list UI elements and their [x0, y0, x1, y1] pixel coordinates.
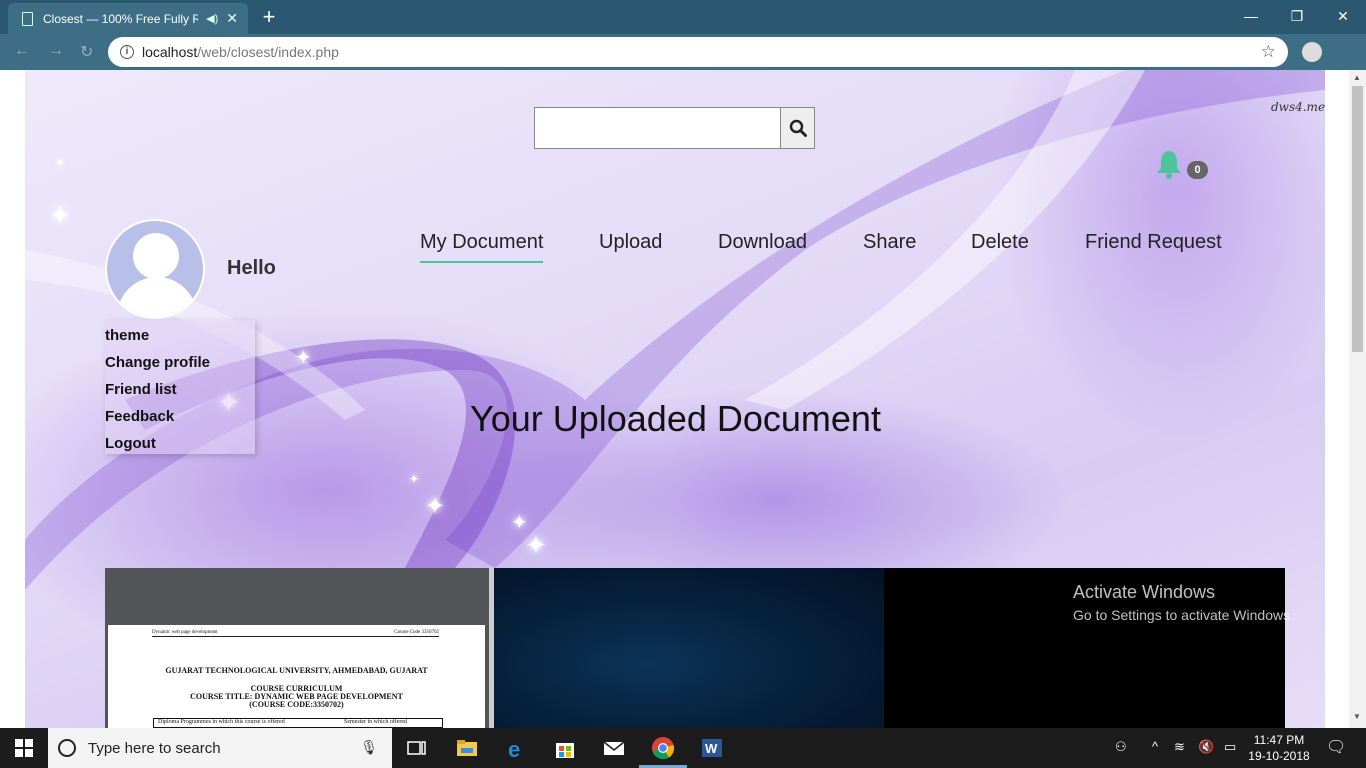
volume-icon[interactable]: 🔇	[1198, 739, 1214, 755]
menu-item-feedback[interactable]: Feedback	[105, 405, 255, 432]
pdf-line: GUJARAT TECHNOLOGICAL UNIVERSITY, AHMEDA…	[165, 666, 428, 675]
cortana-icon	[58, 739, 76, 757]
new-tab-button[interactable]: +	[256, 5, 282, 29]
svg-text:e: e	[508, 737, 520, 760]
browser-viewport: ✦ ✦ ✦ ✦ ✦ ✦ ✦ ✦ dws4.me 0 Hello	[0, 70, 1366, 728]
pdf-table-cell: Semester in which offered	[344, 719, 408, 725]
bookmark-star-icon[interactable]: ☆	[1261, 42, 1276, 62]
close-window-icon[interactable]: ✕	[1320, 0, 1366, 32]
speaker-icon[interactable]: ◀)	[206, 12, 218, 25]
people-icon[interactable]: ⚇	[1115, 739, 1127, 755]
document-thumbnail-pdf[interactable]: Dynamic web page development Course Code…	[105, 568, 489, 728]
page-icon	[22, 11, 33, 26]
pdf-line: (COURSE CODE:3350702)	[249, 700, 344, 709]
page-title: Your Uploaded Document	[470, 398, 881, 439]
reload-icon[interactable]: ↻	[80, 42, 93, 62]
nav-delete[interactable]: Delete	[971, 231, 1029, 254]
taskbar-search-placeholder: Type here to search	[88, 739, 221, 757]
menu-item-change-profile[interactable]: Change profile	[105, 351, 255, 378]
browser-tab[interactable]: Closest — 100% Free Fully Re ◀) ✕	[8, 3, 248, 34]
sparkle: ✦	[525, 530, 547, 560]
sparkle: ✦	[295, 347, 312, 369]
start-button[interactable]	[0, 728, 48, 768]
nav-upload[interactable]: Upload	[599, 231, 662, 254]
task-view-icon[interactable]	[405, 736, 429, 760]
pdf-table-cell: Diploma Programmes in which this course …	[158, 719, 285, 725]
nav-friend-request[interactable]: Friend Request	[1085, 231, 1222, 254]
language-icon[interactable]: ▭	[1224, 739, 1236, 755]
activate-title: Activate Windows	[1073, 582, 1216, 602]
search-bar	[534, 107, 815, 149]
pdf-table: Diploma Programmes in which this course …	[153, 718, 443, 728]
restore-icon[interactable]: ❐	[1274, 0, 1320, 32]
activate-subtitle: Go to Settings to activate Windows.	[1073, 607, 1294, 623]
notification-center-icon[interactable]: 🗨	[1326, 737, 1346, 757]
sparkle: ✦	[425, 493, 446, 520]
avatar-head	[133, 233, 179, 279]
taskbar: Type here to search 🎙 e W ⚇ ^ ≋ 🔇 ▭ 11:4…	[0, 728, 1366, 768]
edge-icon[interactable]: e	[505, 736, 529, 760]
address-bar[interactable]: i localhost/web/closest/index.php ☆	[108, 37, 1288, 67]
document-thumbnail-image[interactable]	[494, 568, 884, 728]
activate-windows-watermark: Activate Windows Go to Settings to activ…	[1073, 582, 1294, 623]
taskbar-search[interactable]: Type here to search 🎙	[48, 728, 392, 768]
wifi-icon[interactable]: ≋	[1174, 739, 1185, 755]
forward-icon[interactable]: →	[48, 42, 64, 60]
store-icon[interactable]	[553, 736, 577, 760]
scroll-up-icon[interactable]: ▲	[1353, 73, 1361, 82]
profile-icon[interactable]	[1302, 42, 1322, 62]
close-tab-icon[interactable]: ✕	[226, 10, 238, 27]
notification-count-badge: 0	[1187, 161, 1208, 179]
windows-logo-icon	[15, 739, 33, 757]
info-icon[interactable]: i	[120, 45, 134, 59]
nav-my-document[interactable]: My Document	[420, 231, 544, 263]
greeting: Hello	[227, 257, 276, 279]
sparkle: ✦	[49, 200, 71, 230]
show-hidden-icons[interactable]: ^	[1152, 739, 1158, 754]
system-clock[interactable]: 11:47 PM 19-10-2018	[1248, 732, 1310, 764]
microphone-icon[interactable]: 🎙	[360, 739, 378, 756]
clock-date: 19-10-2018	[1248, 749, 1310, 763]
file-explorer-icon[interactable]	[455, 736, 479, 760]
back-icon[interactable]: ←	[14, 42, 30, 60]
search-button[interactable]	[781, 107, 815, 149]
scroll-thumb[interactable]	[1352, 86, 1363, 352]
menu-item-theme[interactable]: theme	[105, 324, 255, 351]
svg-text:W: W	[705, 741, 718, 756]
menu-item-friend-list[interactable]: Friend list	[105, 378, 255, 405]
pdf-header-left: Dynamic web page development	[152, 630, 218, 635]
avatar[interactable]	[105, 219, 205, 319]
url-host: localhost	[142, 44, 198, 60]
bell-icon[interactable]	[1154, 149, 1184, 179]
url-path: /web/closest/index.php	[197, 44, 339, 60]
avatar-body	[117, 277, 197, 317]
watermark: dws4.me	[1271, 100, 1325, 114]
scroll-down-icon[interactable]: ▼	[1353, 712, 1361, 721]
chrome-icon[interactable]	[651, 736, 675, 760]
nav-download[interactable]: Download	[718, 231, 807, 254]
pdf-header: Dynamic web page development Course Code…	[152, 630, 439, 637]
sparkle: ✦	[409, 472, 420, 486]
browser-titlebar: Closest — 100% Free Fully Re ◀) ✕ + — ❐ …	[0, 0, 1366, 34]
clock-time: 11:47 PM	[1253, 733, 1305, 747]
page-scrollbar[interactable]: ▲ ▼	[1349, 70, 1366, 728]
pdf-header-right: Course Code 3350702	[394, 630, 439, 635]
search-input[interactable]	[534, 107, 781, 149]
sparkle: ✦	[55, 156, 66, 170]
mail-icon[interactable]	[602, 736, 626, 760]
page-background: ✦ ✦ ✦ ✦ ✦ ✦ ✦ ✦ dws4.me 0 Hello	[25, 70, 1325, 728]
word-icon[interactable]: W	[700, 736, 724, 760]
search-icon	[789, 119, 807, 137]
side-menu: theme Change profile Friend list Feedbac…	[105, 320, 255, 454]
pdf-page: Dynamic web page development Course Code…	[108, 625, 485, 728]
menu-item-logout[interactable]: Logout	[105, 432, 255, 459]
minimize-icon[interactable]: —	[1228, 0, 1274, 32]
browser-toolbar: ← → ↻ i localhost/web/closest/index.php …	[0, 34, 1366, 70]
tab-title: Closest — 100% Free Fully Re	[43, 11, 199, 26]
nav-share[interactable]: Share	[863, 231, 916, 254]
